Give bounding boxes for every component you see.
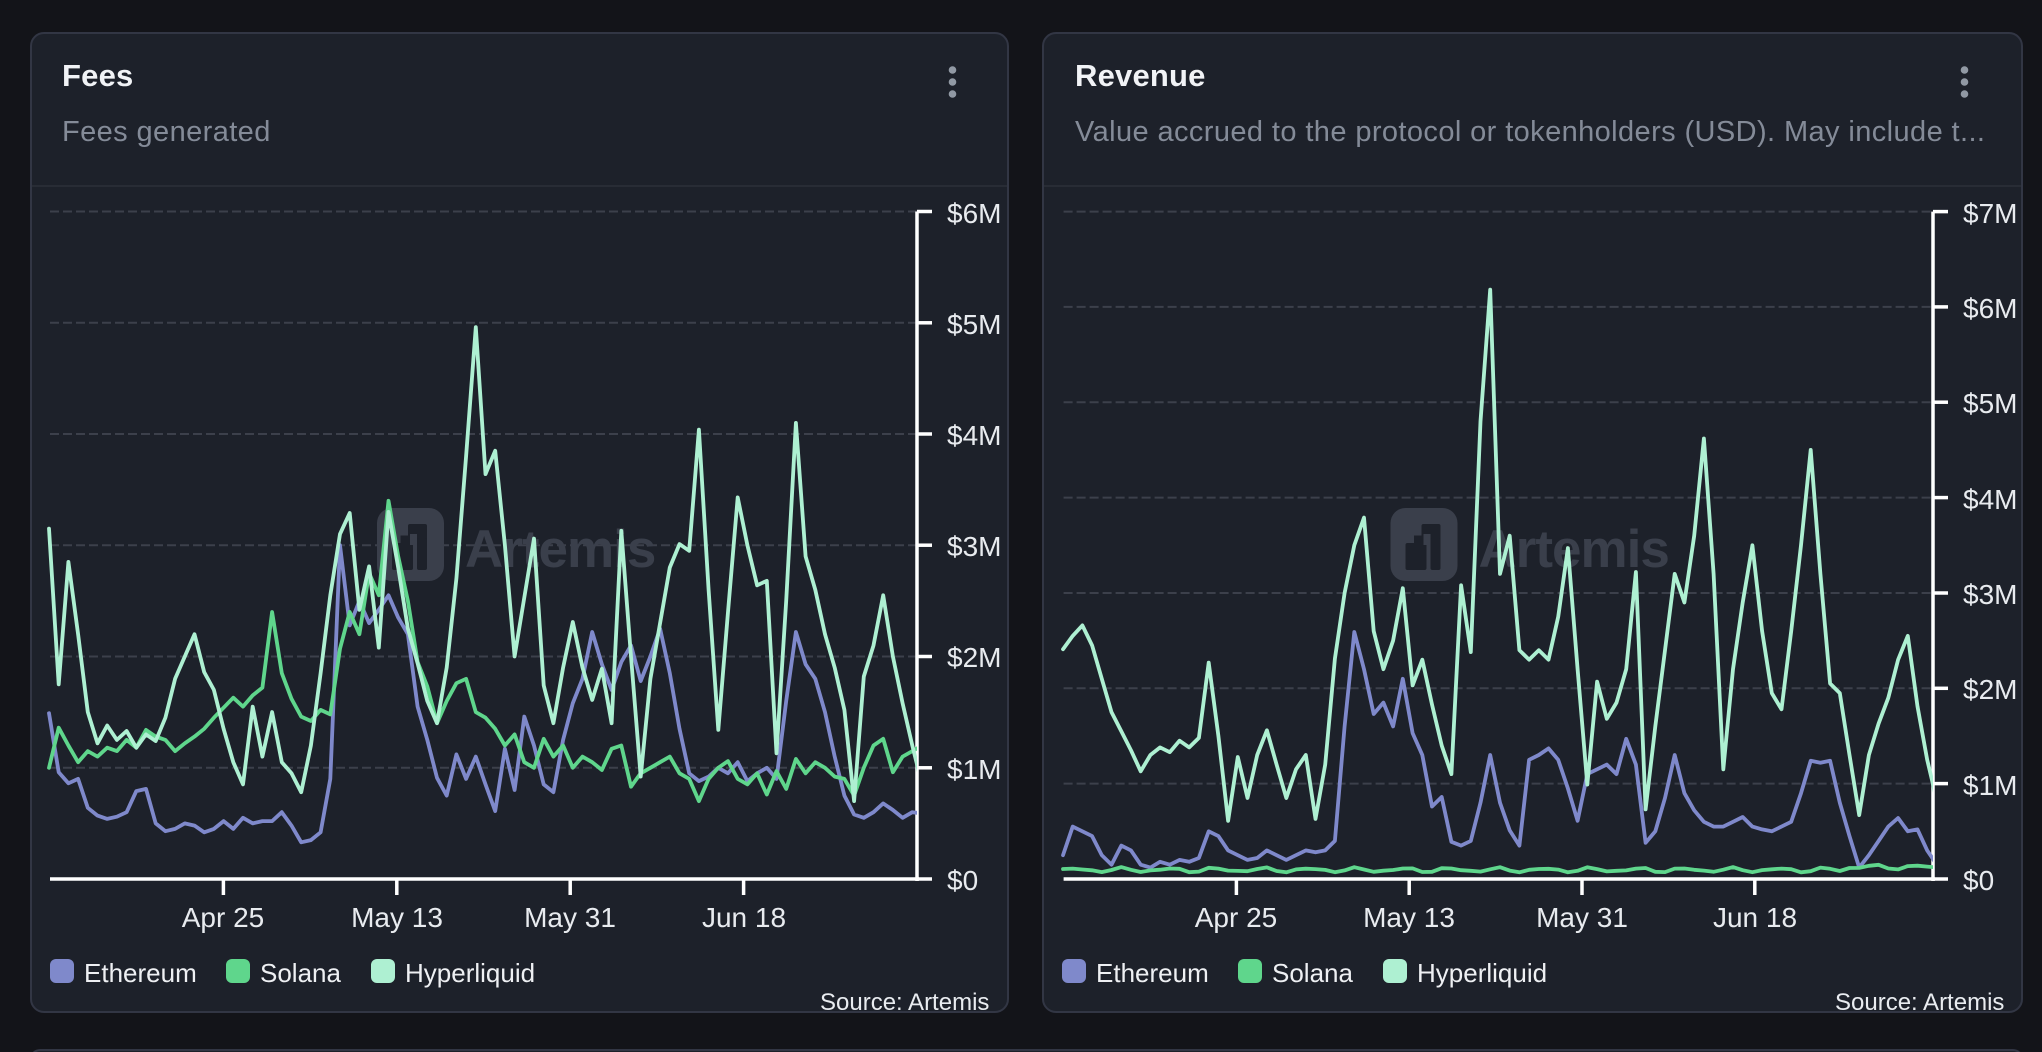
svg-text:Artemis: Artemis — [465, 520, 655, 579]
